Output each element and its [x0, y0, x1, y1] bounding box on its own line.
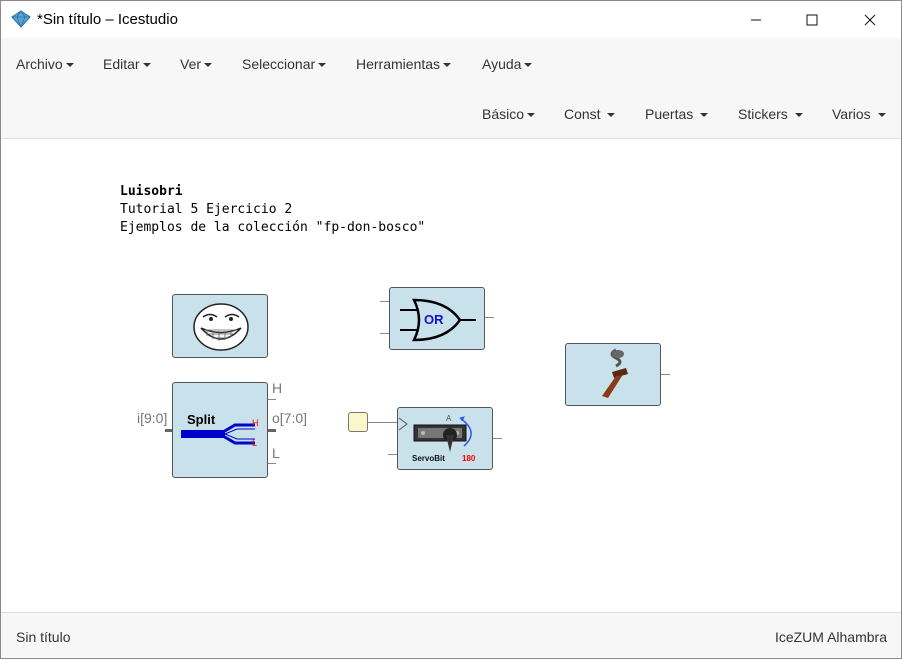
caret-down-icon — [700, 113, 709, 118]
caret-down-icon — [443, 63, 452, 68]
menu-label: Básico — [482, 106, 525, 122]
split-input-label: i[9:0] — [137, 410, 168, 426]
menu-label: Const — [564, 106, 601, 122]
menu-archivo[interactable]: Archivo — [16, 56, 74, 72]
icestudio-logo-icon — [11, 10, 31, 29]
comment-line: Tutorial 5 Ejercicio 2 — [120, 202, 293, 217]
menu-label: Ver — [180, 56, 202, 72]
menu-basico[interactable]: Básico — [482, 106, 536, 122]
minimize-button[interactable] — [733, 1, 779, 38]
close-button[interactable] — [847, 1, 893, 38]
menu-label: Ayuda — [482, 56, 522, 72]
menu-label: Varios — [832, 106, 871, 122]
hammer-sticker-block[interactable] — [565, 343, 661, 406]
troll-face-icon — [193, 303, 249, 351]
menu-herramientas[interactable]: Herramientas — [356, 56, 452, 72]
caret-down-icon — [524, 63, 533, 68]
menu-stickers[interactable]: Stickers — [738, 106, 803, 122]
split-low-pin — [268, 463, 276, 464]
title-bar: *Sin título – Icestudio — [1, 1, 901, 38]
status-board[interactable]: IceZUM Alhambra — [775, 629, 887, 645]
split-bus-icon — [181, 423, 255, 445]
caret-down-icon — [794, 113, 803, 118]
servobit-block[interactable]: A ServoBit 180 — [397, 407, 493, 470]
menu-label: Stickers — [738, 106, 788, 122]
app-window: *Sin título – Icestudio Archivo Editar V… — [0, 0, 902, 659]
split-output-label: o[7:0] — [272, 410, 308, 426]
comment-author: Luisobri — [120, 184, 183, 199]
design-canvas[interactable]: Luisobri Tutorial 5 Ejercicio 2 Ejemplos… — [1, 139, 901, 611]
window-title: *Sin título – Icestudio — [37, 11, 178, 28]
menu-seleccionar[interactable]: Seleccionar — [242, 56, 327, 72]
menu-bar: Archivo Editar Ver Seleccionar Herramien… — [1, 38, 901, 139]
menu-editar[interactable]: Editar — [103, 56, 151, 72]
caret-down-icon — [527, 113, 536, 118]
or-gate-label: OR — [424, 312, 444, 327]
caret-down-icon — [204, 63, 213, 68]
menu-label: Editar — [103, 56, 140, 72]
menu-const[interactable]: Const — [564, 106, 616, 122]
hammer-icon — [602, 348, 628, 398]
status-bar: Sin título IceZUM Alhambra — [1, 612, 901, 658]
split-high-pin — [268, 399, 276, 400]
split-block[interactable]: Split H L — [172, 382, 268, 478]
comment-line: Ejemplos de la colección "fp-don-bosco" — [120, 220, 426, 235]
menu-label: Archivo — [16, 56, 63, 72]
menu-label: Herramientas — [356, 56, 441, 72]
info-comment[interactable]: Luisobri Tutorial 5 Ejercicio 2 Ejemplos… — [120, 183, 425, 237]
servo-input-wire — [368, 422, 398, 423]
input-pin-block[interactable] — [348, 412, 368, 432]
caret-down-icon — [318, 63, 327, 68]
menu-puertas[interactable]: Puertas — [645, 106, 709, 122]
split-output-pin — [268, 429, 276, 432]
maximize-button[interactable] — [789, 1, 835, 38]
caret-down-icon — [877, 113, 886, 118]
servo-value-label: 180 — [462, 454, 476, 463]
caret-down-icon — [142, 63, 151, 68]
menu-ayuda[interactable]: Ayuda — [482, 56, 533, 72]
menu-label: Puertas — [645, 106, 694, 122]
split-low-label: L — [272, 445, 280, 461]
status-filename: Sin título — [16, 629, 71, 645]
split-high-mark: H — [252, 418, 259, 428]
menu-varios[interactable]: Varios — [832, 106, 886, 122]
split-high-label: H — [272, 380, 283, 396]
caret-down-icon — [65, 63, 74, 68]
caret-down-icon — [607, 113, 616, 118]
servo-name-label: ServoBit — [412, 454, 445, 463]
split-low-mark: L — [252, 438, 258, 448]
menu-ver[interactable]: Ver — [180, 56, 213, 72]
menu-label: Seleccionar — [242, 56, 316, 72]
servo-angle-mark: A — [446, 414, 452, 423]
troll-sticker-block[interactable] — [172, 294, 268, 358]
or-gate-block[interactable]: OR — [389, 287, 485, 350]
